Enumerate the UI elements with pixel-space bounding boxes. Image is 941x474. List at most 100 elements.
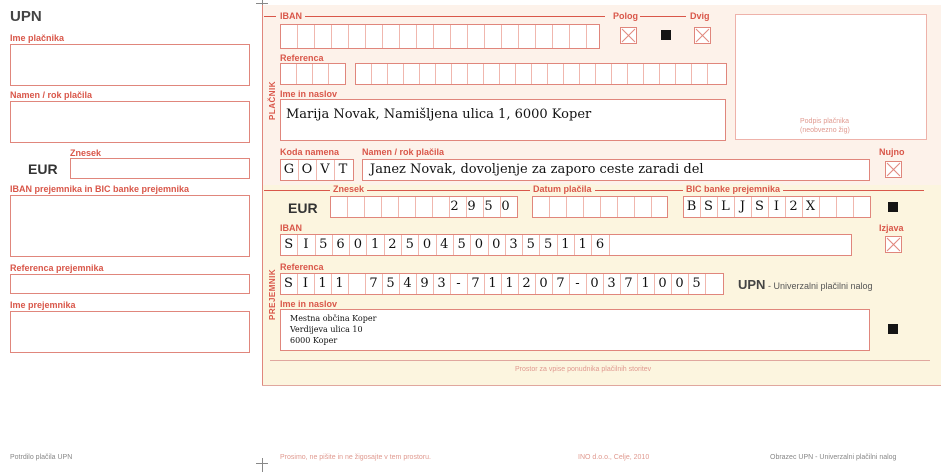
iban-char: 1 <box>370 237 380 252</box>
recipient-name-line: 6000 Koper <box>290 336 338 345</box>
ref-char: 1 <box>335 276 344 291</box>
statement-label: Izjava <box>879 223 904 233</box>
stub-purpose-label: Namen / rok plačila <box>10 90 93 100</box>
bic-char: 2 <box>789 199 798 214</box>
upn-title-sub: - Univerzalni plačilni nalog <box>765 281 873 291</box>
bic-char: S <box>755 199 764 214</box>
signature-sublabel: (neobvezno žig) <box>800 127 850 134</box>
stub-iban-field[interactable] <box>10 195 250 257</box>
ref-char: 5 <box>386 276 395 291</box>
iban-char: 5 <box>405 237 414 252</box>
ref-char: - <box>456 276 461 291</box>
ref-char: 7 <box>624 276 633 291</box>
iban-rule-right <box>305 16 605 17</box>
ref-char: 7 <box>369 276 378 291</box>
bottom-border <box>262 385 941 386</box>
footer-form-name: Obrazec UPN - Univerzalni plačilni nalog <box>770 454 897 461</box>
stub-recipient-label: Ime prejemnika <box>10 300 76 310</box>
statement-checkbox[interactable] <box>885 236 902 253</box>
ref-char: 5 <box>692 276 701 291</box>
stub-reference-label: Referenca prejemnika <box>10 263 104 273</box>
cut-mark <box>262 458 263 472</box>
amount-digits: 2 9 5 0 <box>446 199 514 214</box>
ref-char: 3 <box>437 276 446 291</box>
iban-char: 5 <box>543 237 553 252</box>
recipient-name-label: Ime in naslov <box>280 299 338 309</box>
bic-char: S <box>704 199 713 214</box>
iban-char: 5 <box>526 237 535 252</box>
ref-char: 1 <box>318 276 327 291</box>
iban-char: 0 <box>492 237 501 252</box>
stub-amount-field[interactable] <box>70 158 250 179</box>
purpose-code-chars: G O V T <box>280 162 352 177</box>
pologue-checkbox[interactable] <box>620 27 637 44</box>
form-code: UPN <box>10 8 42 25</box>
iban-char: 1 <box>578 237 587 252</box>
payer-reference-label: Referenca <box>280 53 324 63</box>
stub-footer: Potrdilo plačila UPN <box>10 454 73 461</box>
purpose-label: Namen / rok plačila <box>362 147 445 157</box>
iban-char: 6 <box>595 237 605 252</box>
ref-char: - <box>575 276 580 291</box>
ref-char: 2 <box>522 276 531 291</box>
payer-name-label: Ime in naslov <box>280 89 338 99</box>
recipient-iban-chars: S I 5 6 0 1 2 5 0 4 5 0 0 3 5 5 1 1 6 <box>280 237 609 252</box>
iban-char: 2 <box>388 237 397 252</box>
marker-square <box>661 30 671 40</box>
amount-digit: 2 <box>450 199 459 214</box>
payer-reference-field[interactable] <box>355 63 727 85</box>
ref-char: 7 <box>556 276 565 291</box>
iban-char: 0 <box>422 237 432 252</box>
ref-char: 0 <box>658 276 667 291</box>
bic-chars: B S L J S I 2 X <box>683 199 819 214</box>
marker-square <box>888 324 898 334</box>
ref-char: 7 <box>471 276 480 291</box>
signature-label: Podpis plačnika <box>800 118 850 125</box>
payer-reference-prefix[interactable] <box>280 63 346 85</box>
ref-char: 9 <box>420 276 429 291</box>
dvig-label: Dvig <box>690 11 710 21</box>
urgent-label: Nujno <box>879 147 905 157</box>
iban-char: 6 <box>336 237 345 252</box>
amount-label: Znesek <box>330 184 368 194</box>
ref-char: 0 <box>590 276 599 291</box>
left-border <box>262 5 263 385</box>
urgent-checkbox[interactable] <box>885 161 902 178</box>
recipient-reference-label: Referenca <box>280 262 324 272</box>
iban-char: 5 <box>319 237 328 252</box>
stub-amount-label: Znesek <box>70 148 102 158</box>
purpose-value: Janez Novak, dovoljenje za zaporo ceste … <box>370 162 704 177</box>
recipient-section-label: PREJEMNIK <box>268 268 277 320</box>
dvig-rule <box>640 16 686 17</box>
stub-recipient-field[interactable] <box>10 311 250 353</box>
bic-char: X <box>805 199 816 214</box>
purpose-code-label: Koda namena <box>280 147 340 157</box>
payer-section-label: PLAČNIK <box>268 80 277 120</box>
stub-reference-field[interactable] <box>10 274 250 294</box>
recipient-reference-chars: S I 1 1 7 5 4 9 3 - 7 1 1 2 0 7 - 0 3 7 … <box>280 276 705 291</box>
iban-char: 0 <box>353 237 362 252</box>
bic-char: I <box>773 199 780 214</box>
stub-payer-name-label: Ime plačnika <box>10 33 65 43</box>
recipient-name-lines: Mestna občina Koper Verdijeva ulica 10 6… <box>290 313 376 346</box>
recipient-name-line: Mestna občina Koper <box>290 314 377 323</box>
dvig-checkbox[interactable] <box>694 27 711 44</box>
amount-currency: EUR <box>288 200 318 216</box>
amount-digit: 0 <box>501 199 510 214</box>
stub-payer-name-field[interactable] <box>10 44 250 86</box>
date-label: Datum plačila <box>530 184 595 194</box>
footer-printer: INO d.o.o., Celje, 2010 <box>578 454 650 461</box>
iban-rule-left <box>264 16 276 17</box>
payer-iban-label: IBAN <box>280 11 302 21</box>
bic-char: B <box>686 199 697 214</box>
code-char: G <box>283 162 295 177</box>
stub-purpose-field[interactable] <box>10 101 250 143</box>
recipient-name-line: Verdijeva ulica 10 <box>290 325 363 334</box>
ref-char: 0 <box>675 276 684 291</box>
iban-char: I <box>303 237 309 252</box>
upn-title: UPN - Univerzalni plačilni nalog <box>738 276 873 294</box>
date-field[interactable] <box>532 196 668 218</box>
ref-gap <box>348 276 365 291</box>
payer-iban-field[interactable] <box>280 24 600 49</box>
code-char: T <box>338 162 348 177</box>
